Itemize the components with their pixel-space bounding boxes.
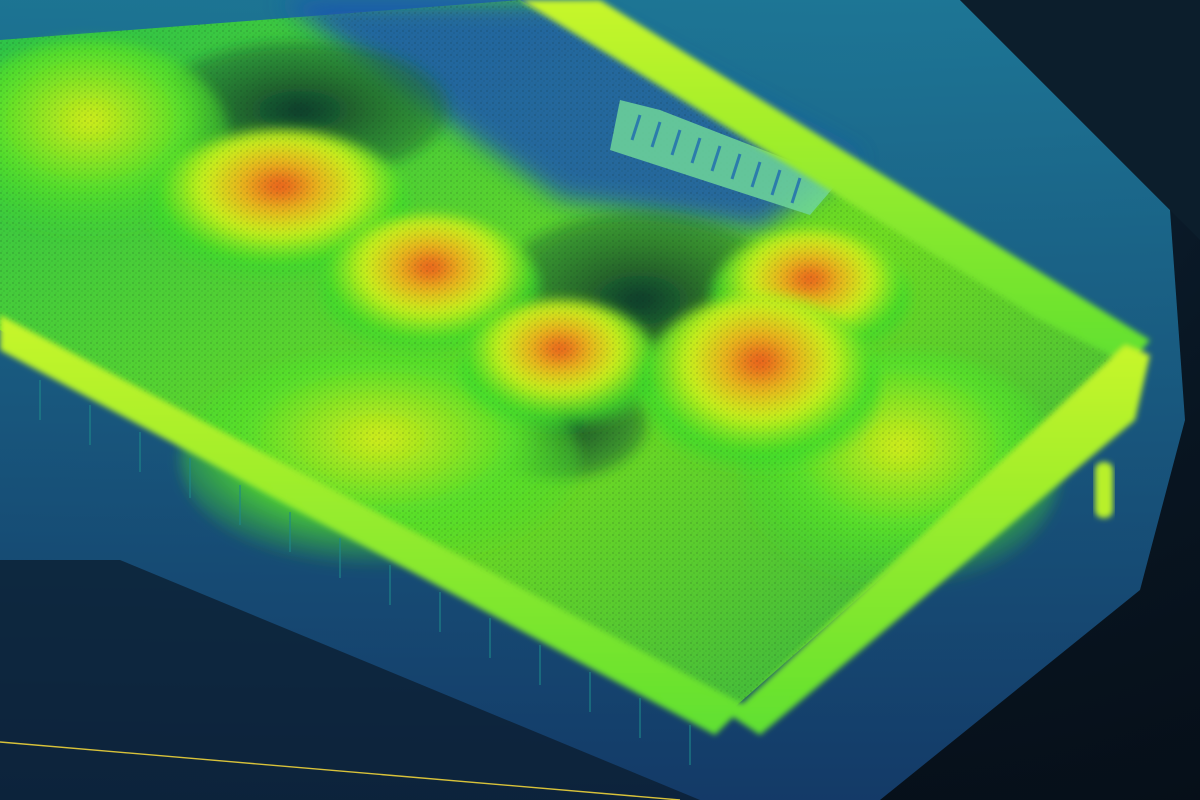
point-cloud-scene[interactable] bbox=[0, 0, 1200, 800]
point-cloud-viewport[interactable] bbox=[0, 0, 1200, 800]
small-pillar bbox=[1095, 462, 1113, 518]
